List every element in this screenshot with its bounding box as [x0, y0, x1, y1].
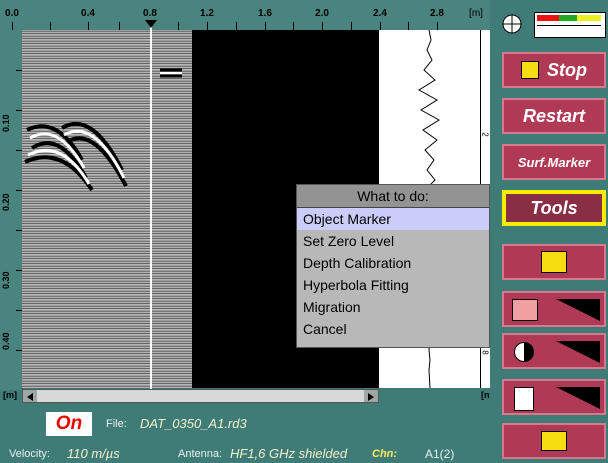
file-label: File:: [106, 418, 127, 430]
ruler-tick-label: 0.4: [81, 8, 95, 19]
restart-button[interactable]: Restart: [502, 98, 606, 134]
ruler-tick-label: 2.0: [315, 8, 329, 19]
antenna-value: HF1,6 GHz shielded: [230, 446, 348, 461]
histogram-icon: [514, 387, 534, 411]
hyperbola-reflections: [24, 68, 182, 192]
ruler-tick-label: 1.6: [258, 8, 272, 19]
contrast-button[interactable]: [502, 333, 606, 369]
filter-button[interactable]: [502, 291, 606, 327]
menu-item-migration[interactable]: Migration: [297, 296, 489, 318]
fit-screen-icon: [541, 251, 567, 273]
contrast-icon: [514, 342, 534, 362]
cursor-marker-icon[interactable]: [145, 20, 157, 28]
ruler-tick-label: 0.0: [5, 8, 19, 19]
menu-item-hyperbola-fitting[interactable]: Hyperbola Fitting: [297, 274, 489, 296]
tools-label: Tools: [530, 197, 578, 218]
velocity-value: 110 m/µs: [67, 446, 120, 461]
stop-button[interactable]: Stop: [502, 52, 606, 88]
triangle-icon: [556, 299, 600, 321]
ruler-unit: [m]: [469, 8, 483, 19]
level-meter-icon: [534, 12, 606, 38]
channel-value: A1(2): [425, 447, 455, 461]
filter-icon: [512, 299, 538, 321]
menu-item-object-marker[interactable]: Object Marker: [297, 208, 489, 230]
menu-item-cancel[interactable]: Cancel: [297, 318, 489, 340]
camera-button[interactable]: [502, 423, 606, 459]
scroll-left-button[interactable]: [23, 390, 37, 402]
time-tick-label: 8: [480, 350, 490, 355]
menu-item-set-zero-level[interactable]: Set Zero Level: [297, 230, 489, 252]
triangle-icon: [556, 387, 600, 409]
histogram-button[interactable]: [502, 379, 606, 415]
position-cursor[interactable]: [150, 26, 152, 390]
arrow-left-icon: [27, 393, 33, 401]
triangle-icon: [556, 341, 600, 363]
depth-tick-label: 0.20: [1, 193, 11, 211]
ruler-tick-label: 0.8: [143, 8, 157, 19]
channel-label: Chn:: [372, 448, 398, 460]
arrow-right-icon: [368, 393, 374, 401]
vertical-ruler: 0.10 0.20 0.30 0.40: [0, 30, 23, 390]
depth-unit-label: [m]: [3, 390, 17, 400]
ruler-tick-label: 2.8: [430, 8, 444, 19]
scroll-right-button[interactable]: [364, 390, 378, 402]
depth-tick-label: 0.40: [1, 332, 11, 350]
menu-title: What to do:: [297, 185, 489, 208]
antenna-label: Antenna:: [178, 448, 223, 460]
recording-status-badge: On: [46, 412, 92, 436]
camera-icon: [541, 431, 567, 451]
horizontal-ruler: 0.0 0.4 0.8 1.2 1.6 2.0 2.4 2.8 [m]: [0, 0, 490, 30]
ruler-tick-label: 1.2: [200, 8, 214, 19]
tools-menu: What to do: Object Marker Set Zero Level…: [296, 184, 490, 348]
tools-button[interactable]: Tools: [502, 190, 606, 226]
crosshair-icon[interactable]: [500, 12, 524, 36]
depth-tick-label: 0.10: [1, 114, 11, 132]
fit-screen-button[interactable]: [502, 244, 606, 280]
ruler-tick-label: 2.4: [373, 8, 387, 19]
restart-label: Restart: [522, 105, 586, 126]
radargram-view[interactable]: [22, 30, 192, 388]
stop-square-icon: [521, 61, 539, 79]
velocity-label: Velocity:: [9, 448, 50, 460]
time-tick-label: 2: [480, 132, 490, 137]
menu-item-depth-calibration[interactable]: Depth Calibration: [297, 252, 489, 274]
file-name: DAT_0350_A1.rd3: [140, 416, 247, 431]
horizontal-scrollbar[interactable]: [22, 389, 379, 403]
stop-label: Stop: [547, 59, 587, 80]
surface-marker-label: Surf.Marker: [517, 154, 591, 170]
surface-marker-button[interactable]: Surf.Marker: [502, 144, 606, 180]
depth-tick-label: 0.30: [1, 271, 11, 289]
